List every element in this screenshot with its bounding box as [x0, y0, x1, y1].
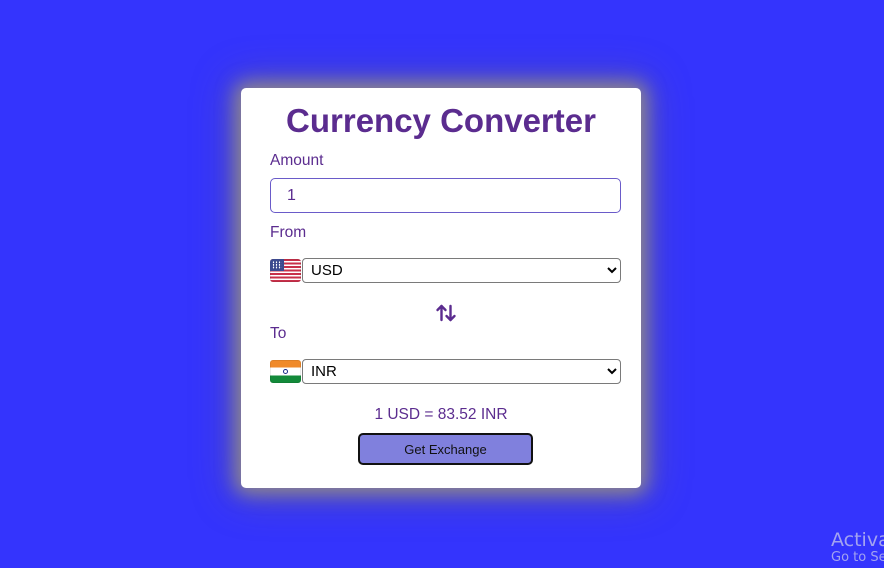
from-label: From	[270, 224, 307, 241]
us-flag-icon	[270, 258, 301, 282]
amount-label: Amount	[270, 152, 324, 169]
india-flag-icon	[270, 359, 301, 383]
swap-arrows-icon[interactable]	[435, 302, 457, 324]
converter-card: Currency Converter Amount From USD To IN…	[241, 88, 641, 488]
activation-watermark: Activa Go to Se	[831, 530, 884, 565]
from-currency-select[interactable]: USD	[302, 257, 621, 283]
from-currency-row: USD	[270, 257, 621, 283]
page-title: Currency Converter	[286, 102, 596, 139]
watermark-line-1: Activa	[831, 529, 884, 551]
to-currency-select[interactable]: INR	[302, 358, 621, 384]
to-label: To	[270, 325, 287, 342]
watermark-line-2: Go to Se	[831, 549, 884, 565]
get-exchange-button[interactable]: Get Exchange	[358, 433, 533, 465]
amount-input[interactable]	[270, 178, 621, 213]
exchange-result-text: 1 USD = 83.52 INR	[374, 406, 508, 423]
to-currency-row: INR	[270, 358, 621, 384]
